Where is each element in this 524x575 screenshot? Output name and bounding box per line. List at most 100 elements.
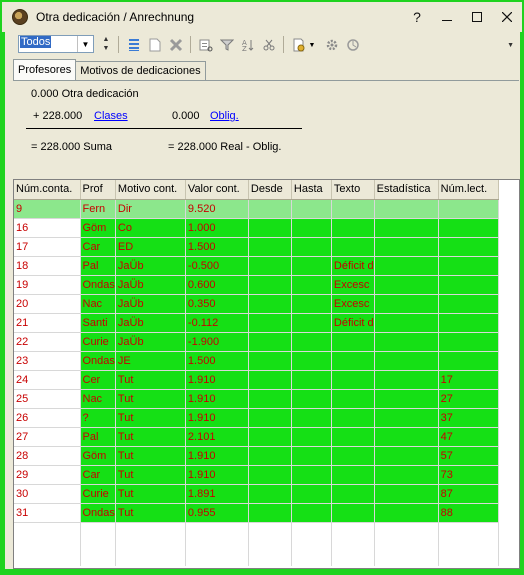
list-view-button[interactable] xyxy=(125,36,143,54)
table-cell[interactable] xyxy=(291,332,332,352)
table-cell[interactable] xyxy=(248,294,292,314)
table-cell[interactable]: -1.900 xyxy=(185,332,249,352)
table-cell[interactable] xyxy=(248,332,292,352)
table-cell[interactable] xyxy=(331,427,375,447)
table-cell[interactable] xyxy=(248,427,292,447)
table-row[interactable]: 31 Ondas Tut 0.955 88 xyxy=(14,503,499,523)
table-cell[interactable]: 1.000 xyxy=(185,218,249,238)
table-cell[interactable] xyxy=(248,446,292,466)
table-row[interactable]: 30 Curie Tut 1.891 87 xyxy=(14,484,499,504)
table-cell[interactable]: ? xyxy=(80,408,116,428)
table-row[interactable]: 19 Ondas JaÜb 0.600 Excesc xyxy=(14,275,499,295)
table-row[interactable]: 23 Ondas JE 1.500 xyxy=(14,351,499,371)
table-cell[interactable]: Nac xyxy=(80,389,116,409)
table-cell[interactable] xyxy=(331,332,375,352)
table-cell[interactable]: 37 xyxy=(438,408,499,428)
table-cell[interactable] xyxy=(291,484,332,504)
table-cell[interactable]: Curie xyxy=(80,484,116,504)
column-header[interactable]: Desde xyxy=(248,180,292,200)
table-cell[interactable]: 1.891 xyxy=(185,484,249,504)
table-cell[interactable]: 26 xyxy=(14,408,81,428)
table-cell[interactable] xyxy=(374,199,439,219)
table-cell[interactable] xyxy=(248,389,292,409)
column-header[interactable]: Texto xyxy=(331,180,375,200)
table-cell[interactable]: Tut xyxy=(115,408,186,428)
table-cell[interactable]: Ondas xyxy=(80,351,116,371)
table-cell[interactable] xyxy=(291,313,332,333)
table-row[interactable]: 29 Car Tut 1.910 73 xyxy=(14,465,499,485)
maximize-button[interactable] xyxy=(462,2,492,32)
table-cell[interactable]: Car xyxy=(80,465,116,485)
table-cell[interactable] xyxy=(374,408,439,428)
settings-dropdown-button[interactable] xyxy=(290,36,308,54)
options-button[interactable] xyxy=(323,36,341,54)
table-cell[interactable]: JaÜb xyxy=(115,313,186,333)
table-cell[interactable] xyxy=(248,503,292,523)
table-cell[interactable]: 0.955 xyxy=(185,503,249,523)
table-cell[interactable]: Göm xyxy=(80,218,116,238)
sort-button[interactable]: AZ xyxy=(239,36,257,54)
table-cell[interactable] xyxy=(438,313,499,333)
table-cell[interactable]: 29 xyxy=(14,465,81,485)
table-cell[interactable] xyxy=(374,275,439,295)
table-cell[interactable]: Göm xyxy=(80,446,116,466)
table-row[interactable]: 18 Pal JaÜb -0.500 Déficit d xyxy=(14,256,499,276)
table-row[interactable]: 22 Curie JaÜb -1.900 xyxy=(14,332,499,352)
column-header[interactable]: Estadística xyxy=(374,180,439,200)
settings-dropdown-arrow-icon[interactable]: ▼ xyxy=(308,36,316,54)
table-cell[interactable]: 0.600 xyxy=(185,275,249,295)
table-cell[interactable]: 17 xyxy=(14,237,81,257)
help-button[interactable]: ? xyxy=(402,2,432,32)
table-cell[interactable] xyxy=(438,351,499,371)
table-cell[interactable]: 19 xyxy=(14,275,81,295)
table-cell[interactable]: 18 xyxy=(14,256,81,276)
table-row[interactable]: 20 Nac JaÜb 0.350 Excesc xyxy=(14,294,499,314)
table-cell[interactable] xyxy=(291,256,332,276)
table-cell[interactable]: Santi xyxy=(80,313,116,333)
table-row[interactable]: 17 Car ED 1.500 xyxy=(14,237,499,257)
table-cell[interactable] xyxy=(248,237,292,257)
table-cell[interactable]: Déficit d xyxy=(331,256,375,276)
table-cell[interactable]: 1.910 xyxy=(185,446,249,466)
table-cell[interactable]: 28 xyxy=(14,446,81,466)
table-cell[interactable] xyxy=(331,370,375,390)
table-cell[interactable] xyxy=(374,503,439,523)
table-cell[interactable] xyxy=(331,446,375,466)
table-cell[interactable]: -0.500 xyxy=(185,256,249,276)
table-cell[interactable]: -0.112 xyxy=(185,313,249,333)
table-row[interactable]: 26? Tut 1.910 37 xyxy=(14,408,499,428)
table-cell[interactable] xyxy=(438,237,499,257)
table-cell[interactable]: Excesc xyxy=(331,294,375,314)
table-cell[interactable] xyxy=(331,351,375,371)
table-cell[interactable]: JaÜb xyxy=(115,332,186,352)
table-cell[interactable] xyxy=(291,351,332,371)
table-cell[interactable]: 57 xyxy=(438,446,499,466)
refresh-button[interactable] xyxy=(344,36,362,54)
table-cell[interactable] xyxy=(374,389,439,409)
table-row[interactable]: 25 Nac Tut 1.910 27 xyxy=(14,389,499,409)
table-cell[interactable]: Tut xyxy=(115,370,186,390)
table-cell[interactable] xyxy=(291,446,332,466)
tab-motivos-de-dedicaciones[interactable]: Motivos de dedicaciones xyxy=(75,61,206,80)
table-cell[interactable]: 1.910 xyxy=(185,370,249,390)
table-cell[interactable]: 20 xyxy=(14,294,81,314)
table-cell[interactable] xyxy=(331,199,375,219)
table-cell[interactable] xyxy=(248,484,292,504)
column-header[interactable]: Núm.conta. xyxy=(14,180,81,200)
table-cell[interactable]: ED xyxy=(115,237,186,257)
close-button[interactable] xyxy=(492,2,522,32)
new-record-button[interactable] xyxy=(146,36,164,54)
table-cell[interactable] xyxy=(438,275,499,295)
table-cell[interactable] xyxy=(291,408,332,428)
table-cell[interactable]: 21 xyxy=(14,313,81,333)
table-cell[interactable] xyxy=(291,389,332,409)
table-cell[interactable] xyxy=(248,256,292,276)
table-cell[interactable] xyxy=(291,427,332,447)
column-header[interactable]: Núm.lect. xyxy=(438,180,499,200)
table-cell[interactable]: 16 xyxy=(14,218,81,238)
table-cell[interactable] xyxy=(248,275,292,295)
table-cell[interactable] xyxy=(438,218,499,238)
minimize-button[interactable] xyxy=(432,2,462,32)
table-row[interactable]: 24 Cer Tut 1.910 17 xyxy=(14,370,499,390)
table-cell[interactable]: 2.101 xyxy=(185,427,249,447)
